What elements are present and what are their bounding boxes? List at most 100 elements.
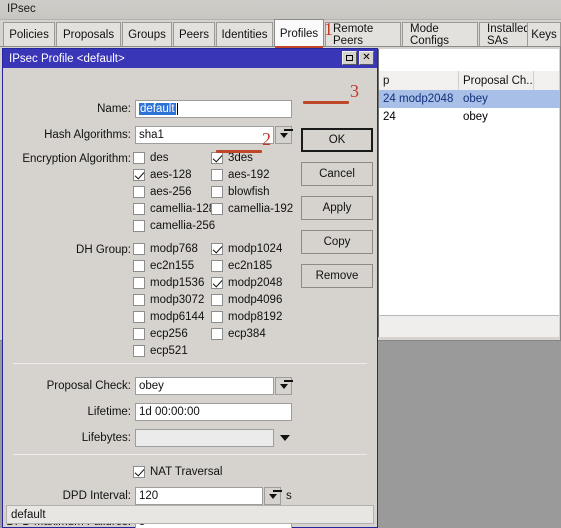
tab-groups[interactable]: Groups <box>122 22 172 46</box>
checkbox-box <box>211 152 223 164</box>
checkbox-aes-192[interactable]: aes-192 <box>211 169 270 181</box>
tab-peers[interactable]: Peers <box>173 22 215 46</box>
checkbox-camellia-128[interactable]: camellia-128 <box>133 203 215 215</box>
dialog-window-controls: ✕ <box>342 51 374 65</box>
label-encryption-algorithm: Encryption Algorithm: <box>22 153 131 165</box>
checkbox-label: ecp256 <box>150 328 188 340</box>
checkbox-nat-traversal[interactable]: NAT Traversal <box>133 466 222 478</box>
checkbox-camellia-256[interactable]: camellia-256 <box>133 220 215 232</box>
chevron-down-icon <box>279 383 288 389</box>
checkbox-box <box>211 203 223 215</box>
checkbox-ecp384[interactable]: ecp384 <box>211 328 266 340</box>
checkbox-ecp256[interactable]: ecp256 <box>133 328 188 340</box>
checkbox-modp4096[interactable]: modp4096 <box>211 294 282 306</box>
dialog-body: Name: default Hash Algorithms: sha1 Encr… <box>3 68 377 528</box>
tab-label: Peers <box>178 28 210 41</box>
ipsec-profile-dialog: IPsec Profile <default> ✕ Name: default … <box>2 48 378 528</box>
hash-algorithms-dropdown-button[interactable] <box>275 126 292 144</box>
checkbox-label: ecp384 <box>228 328 266 340</box>
label-name: Name: <box>97 103 131 115</box>
checkbox-label: modp1536 <box>150 277 205 289</box>
name-input[interactable]: default <box>135 100 292 118</box>
checkbox-box <box>133 466 145 478</box>
checkbox-box <box>211 294 223 306</box>
lifebytes-input[interactable] <box>135 429 274 447</box>
copy-button[interactable]: Copy <box>301 230 373 254</box>
label-lifebytes: Lifebytes: <box>81 432 131 444</box>
checkbox-modp1536[interactable]: modp1536 <box>133 277 204 289</box>
cell-proposal: 24 <box>383 111 396 123</box>
divider-bottom <box>13 454 367 455</box>
screen: IPsec Policies Proposals Groups Peers Id… <box>0 0 561 528</box>
close-glyph: ✕ <box>362 52 371 63</box>
tab-proposals[interactable]: Proposals <box>56 22 121 46</box>
table-row[interactable]: 24 obey <box>379 108 560 126</box>
tab-label: Proposals <box>62 28 115 41</box>
checkbox-camellia-192[interactable]: camellia-192 <box>211 203 293 215</box>
checkbox-aes-128[interactable]: aes-128 <box>133 169 192 181</box>
checkbox-box <box>133 328 145 340</box>
cancel-button[interactable]: Cancel <box>301 162 373 186</box>
checkbox-modp8192[interactable]: modp8192 <box>211 311 282 323</box>
cell-proposal-check: obey <box>463 93 488 105</box>
column-header-p[interactable]: p <box>379 71 459 90</box>
maximize-icon[interactable] <box>342 51 357 65</box>
checkbox-box <box>133 311 145 323</box>
dpd-interval-dropdown-button[interactable] <box>264 487 281 505</box>
checkbox-box <box>133 220 145 232</box>
close-icon[interactable]: ✕ <box>359 51 374 65</box>
ipsec-window-titlebar: IPsec <box>0 0 561 20</box>
checkbox-modp768[interactable]: modp768 <box>133 243 198 255</box>
divider-top <box>13 363 367 364</box>
checkbox-box <box>133 294 145 306</box>
dialog-title: IPsec Profile <default> <box>9 52 125 65</box>
checkbox-aes-256[interactable]: aes-256 <box>133 186 192 198</box>
dialog-titlebar[interactable]: IPsec Profile <default> ✕ <box>3 49 377 68</box>
chevron-down-icon <box>279 132 288 138</box>
checkbox-blowfish[interactable]: blowfish <box>211 186 270 198</box>
checkbox-box <box>133 169 145 181</box>
proposal-check-dropdown-button[interactable] <box>275 377 292 395</box>
checkbox-label: modp4096 <box>228 294 283 306</box>
remove-button[interactable]: Remove <box>301 264 373 288</box>
tab-label: Identities <box>221 28 268 41</box>
ok-button[interactable]: OK <box>301 128 373 152</box>
lifetime-input[interactable]: 1d 00:00:00 <box>135 403 292 421</box>
checkbox-des[interactable]: des <box>133 152 169 164</box>
dpd-interval-input[interactable]: 120 <box>135 487 263 505</box>
checkbox-modp6144[interactable]: modp6144 <box>133 311 204 323</box>
checkbox-label: modp8192 <box>228 311 283 323</box>
tab-label: Policies <box>9 28 49 41</box>
checkbox-label: modp3072 <box>150 294 205 306</box>
lifebytes-chevron-down-icon[interactable] <box>280 435 290 441</box>
tab-identities[interactable]: Identities <box>216 22 273 46</box>
checkbox-ec2n185[interactable]: ec2n185 <box>211 260 272 272</box>
checkbox-box <box>211 260 223 272</box>
cell-proposal: 24 modp2048 <box>383 93 454 105</box>
tab-profiles[interactable]: Profiles <box>274 19 324 49</box>
checkbox-ecp521[interactable]: ecp521 <box>133 345 188 357</box>
apply-button[interactable]: Apply <box>301 196 373 220</box>
tab-remote-peers[interactable]: Remote Peers <box>325 22 401 47</box>
column-header-extra[interactable] <box>534 71 560 90</box>
checkbox-label: ecp521 <box>150 345 188 357</box>
proposal-check-input[interactable]: obey <box>135 377 274 395</box>
column-header-proposal-check[interactable]: Proposal Ch... <box>459 71 534 90</box>
checkbox-3des[interactable]: 3des <box>211 152 253 164</box>
hash-algorithms-input[interactable]: sha1 <box>135 126 274 144</box>
checkbox-label: aes-192 <box>228 169 270 181</box>
tab-mode-configs[interactable]: Mode Configs <box>402 22 478 47</box>
cell-proposal-check: obey <box>463 111 488 123</box>
checkbox-modp1024[interactable]: modp1024 <box>211 243 282 255</box>
table-row[interactable]: 24 modp2048 obey <box>379 90 560 108</box>
annotation-2-underline <box>216 150 262 153</box>
checkbox-modp3072[interactable]: modp3072 <box>133 294 204 306</box>
tab-policies[interactable]: Policies <box>3 22 55 46</box>
checkbox-box <box>211 186 223 198</box>
checkbox-label: camellia-256 <box>150 220 216 232</box>
tab-keys[interactable]: Keys <box>527 22 561 46</box>
checkbox-modp2048[interactable]: modp2048 <box>211 277 282 289</box>
checkbox-ec2n155[interactable]: ec2n155 <box>133 260 194 272</box>
label-hash-algorithms: Hash Algorithms: <box>44 129 131 141</box>
checkbox-label: ec2n155 <box>150 260 195 272</box>
